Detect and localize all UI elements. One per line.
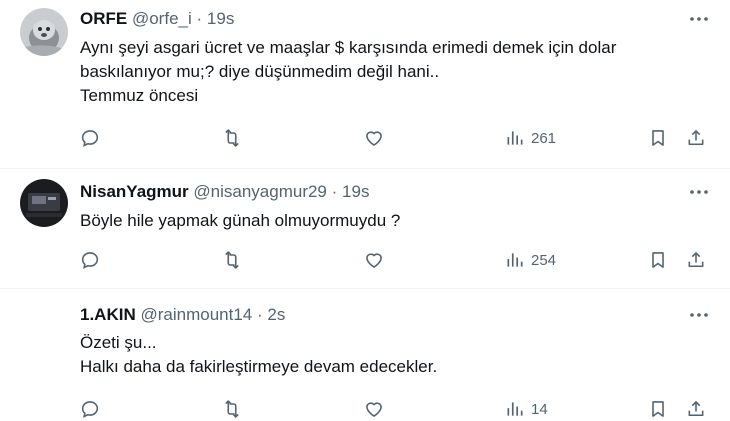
share-button[interactable] (686, 126, 706, 150)
bookmark-button[interactable] (648, 397, 668, 421)
author-handle[interactable]: @orfe_i (132, 9, 192, 28)
bookmark-button[interactable] (648, 126, 668, 150)
bookmark-icon (652, 401, 664, 417)
heart-icon (366, 402, 382, 417)
separator-dot: · (331, 182, 338, 201)
reply-icon (81, 252, 99, 269)
separator-dot: · (196, 9, 203, 28)
avatar[interactable] (20, 8, 68, 56)
share-icon (688, 401, 704, 417)
views-button[interactable]: 254 (505, 248, 556, 272)
tweet-text-line: Özeti şu... (80, 333, 157, 352)
timeline: ORFE @orfe_i · 19s Aynı şeyi asgari ücre… (0, 0, 730, 420)
tweet[interactable]: ORFE @orfe_i · 19s Aynı şeyi asgari ücre… (0, 0, 730, 168)
tweet-header: NisanYagmur @nisanyagmur29 · 19s (80, 182, 369, 202)
more-dots-icon (690, 313, 708, 317)
share-button[interactable] (686, 397, 706, 421)
bookmark-button[interactable] (648, 248, 668, 272)
views-button[interactable]: 261 (505, 126, 556, 150)
share-icon (688, 252, 704, 268)
timestamp[interactable]: 2s (267, 305, 285, 324)
repost-icon (225, 400, 239, 418)
more-dots-icon (690, 17, 708, 21)
timestamp[interactable]: 19s (342, 182, 369, 201)
like-button[interactable] (364, 126, 384, 150)
timestamp[interactable]: 19s (207, 9, 234, 28)
views-icon (507, 131, 523, 145)
share-button[interactable] (686, 248, 706, 272)
reply-icon (81, 130, 99, 147)
action-bar: 261 (0, 126, 730, 150)
like-button[interactable] (364, 397, 384, 421)
views-count: 14 (531, 400, 548, 418)
tweet-text: Özeti şu... Halkı daha da fakirleştirmey… (80, 331, 437, 379)
tweet-text-line: Aynı şeyi asgari ücret ve maaşlar $ karş… (80, 38, 617, 57)
repost-icon (225, 251, 239, 269)
action-bar: 254 (0, 248, 730, 272)
separator-dot: · (256, 305, 263, 324)
bookmark-icon (652, 252, 664, 268)
avatar-image (20, 8, 68, 56)
share-icon (688, 130, 704, 146)
tweet-text-line: Temmuz öncesi (80, 86, 199, 105)
more-options-button[interactable] (686, 305, 712, 325)
author-handle[interactable]: @rainmount14 (140, 305, 252, 324)
tweet[interactable]: NisanYagmur @nisanyagmur29 · 19s Böyle h… (0, 169, 730, 288)
tweet-text: Böyle hile yapmak günah olmuyormuydu ? (80, 209, 400, 233)
reply-button[interactable] (80, 126, 100, 150)
more-dots-icon (690, 190, 708, 194)
views-icon (507, 402, 523, 416)
avatar-image (20, 179, 68, 227)
views-icon (507, 253, 523, 267)
more-options-button[interactable] (686, 182, 712, 202)
avatar[interactable] (20, 179, 68, 227)
tweet-header: 1.AKIN @rainmount14 · 2s (80, 305, 285, 325)
views-button[interactable]: 14 (505, 397, 548, 421)
repost-button[interactable] (222, 248, 242, 272)
author-name[interactable]: ORFE (80, 9, 127, 28)
bookmark-icon (652, 130, 664, 146)
views-count: 261 (531, 129, 557, 147)
repost-button[interactable] (222, 397, 242, 421)
tweet-text-line: Böyle hile yapmak günah olmuyormuydu ? (80, 211, 401, 230)
action-bar: 14 (0, 397, 730, 421)
tweet-text: Aynı şeyi asgari ücret ve maaşlar $ karş… (80, 36, 616, 108)
heart-icon (366, 253, 382, 268)
repost-icon (225, 129, 239, 147)
author-name[interactable]: NisanYagmur (80, 182, 189, 201)
author-name[interactable]: 1.AKIN (80, 305, 136, 324)
tweet-text-line: Halkı daha da fakirleştirmeye devam edec… (80, 357, 438, 376)
heart-icon (366, 131, 382, 146)
like-button[interactable] (364, 248, 384, 272)
tweet-header: ORFE @orfe_i · 19s (80, 9, 234, 29)
reply-icon (81, 401, 99, 418)
tweet-text-line: baskılanıyor mu;? diye düşünmedim değil … (80, 62, 440, 81)
views-count: 254 (531, 251, 557, 269)
repost-button[interactable] (222, 126, 242, 150)
author-handle[interactable]: @nisanyagmur29 (193, 182, 327, 201)
reply-button[interactable] (80, 248, 100, 272)
more-options-button[interactable] (686, 9, 712, 29)
reply-button[interactable] (80, 397, 100, 421)
tweet[interactable]: 1.AKIN @rainmount14 · 2s Özeti şu... Hal… (0, 289, 730, 420)
